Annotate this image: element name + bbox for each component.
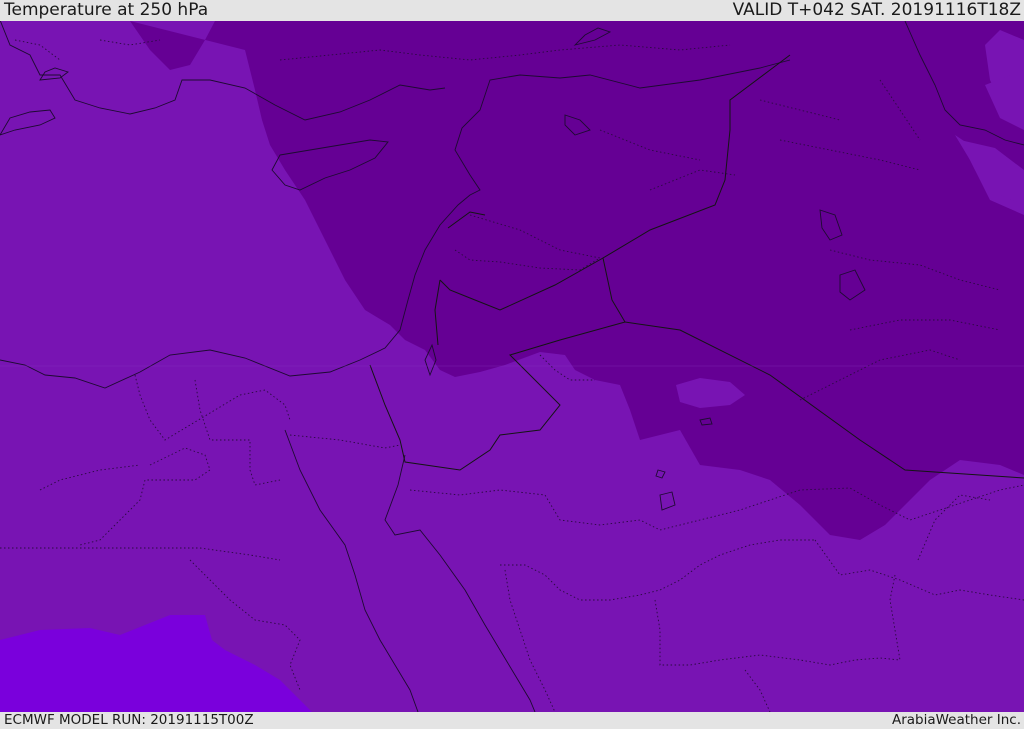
valid-time: VALID T+042 SAT. 20191116T18Z xyxy=(732,0,1021,20)
header-bar: Temperature at 250 hPa VALID T+042 SAT. … xyxy=(0,0,1024,21)
credit-text: ArabiaWeather Inc. xyxy=(891,712,1021,728)
footer-bar: ECMWF MODEL RUN: 20191115T00Z ArabiaWeat… xyxy=(0,712,1024,729)
model-run: ECMWF MODEL RUN: 20191115T00Z xyxy=(4,712,254,728)
map-title: Temperature at 250 hPa xyxy=(4,0,209,20)
temperature-map[interactable] xyxy=(0,21,1024,712)
